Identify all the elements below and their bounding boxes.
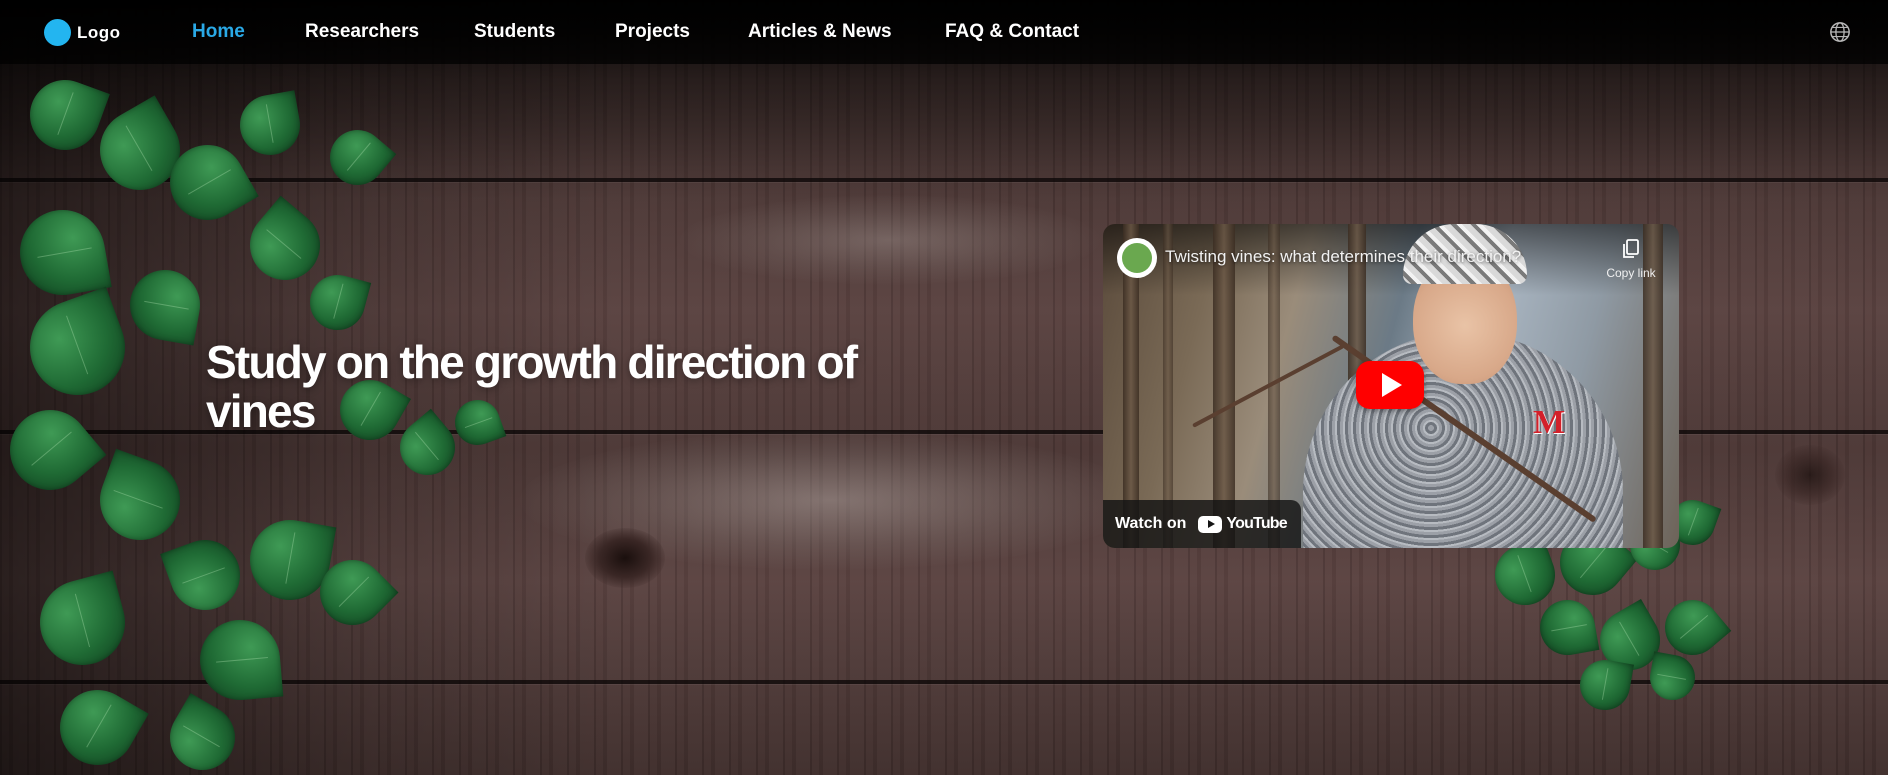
watch-on-youtube-button[interactable]: Watch on YouTube	[1103, 500, 1301, 548]
channel-logo-icon	[1122, 243, 1152, 273]
video-thumbnail-logo: M	[1533, 404, 1566, 441]
video-header: Twisting vines: what determines their di…	[1103, 224, 1679, 294]
youtube-icon	[1198, 515, 1223, 533]
ivy-leaf	[1535, 595, 1600, 660]
watch-on-label: Watch on	[1115, 515, 1187, 532]
copy-link-button[interactable]: Copy link	[1601, 238, 1661, 282]
nav-link-students[interactable]: Students	[474, 21, 555, 43]
site-logo[interactable]: Logo	[44, 19, 121, 46]
copy-link-label: Copy link	[1606, 266, 1656, 280]
ivy-leaf	[1576, 656, 1634, 714]
copy-icon	[1623, 239, 1639, 258]
youtube-wordmark: YouTube	[1226, 515, 1287, 532]
play-button[interactable]	[1356, 361, 1424, 409]
ivy-leaf	[1646, 651, 1699, 704]
video-embed[interactable]: M Twisting vines: what determines their …	[1103, 224, 1679, 548]
youtube-logo: YouTube	[1198, 515, 1288, 533]
logo-text: Logo	[77, 22, 121, 42]
nav-link-researchers[interactable]: Researchers	[305, 21, 419, 43]
nav-link-home[interactable]: Home	[192, 21, 245, 43]
play-icon	[1382, 373, 1402, 397]
ivy-leaf	[1486, 536, 1564, 614]
nav-link-articles-news[interactable]: Articles & News	[748, 21, 892, 43]
hero-title: Study on the growth direction of vines	[206, 336, 858, 437]
wood-knot	[1775, 445, 1845, 505]
channel-avatar[interactable]	[1117, 238, 1157, 278]
top-navbar: Logo Home Researchers Students Projects …	[0, 0, 1888, 64]
weathered-wood	[680, 195, 1100, 285]
video-title[interactable]: Twisting vines: what determines their di…	[1165, 247, 1521, 267]
nav-link-faq-contact[interactable]: FAQ & Contact	[945, 21, 1079, 43]
globe-icon[interactable]	[1829, 21, 1851, 43]
nav-link-projects[interactable]: Projects	[615, 21, 690, 43]
logo-circle	[44, 19, 71, 46]
